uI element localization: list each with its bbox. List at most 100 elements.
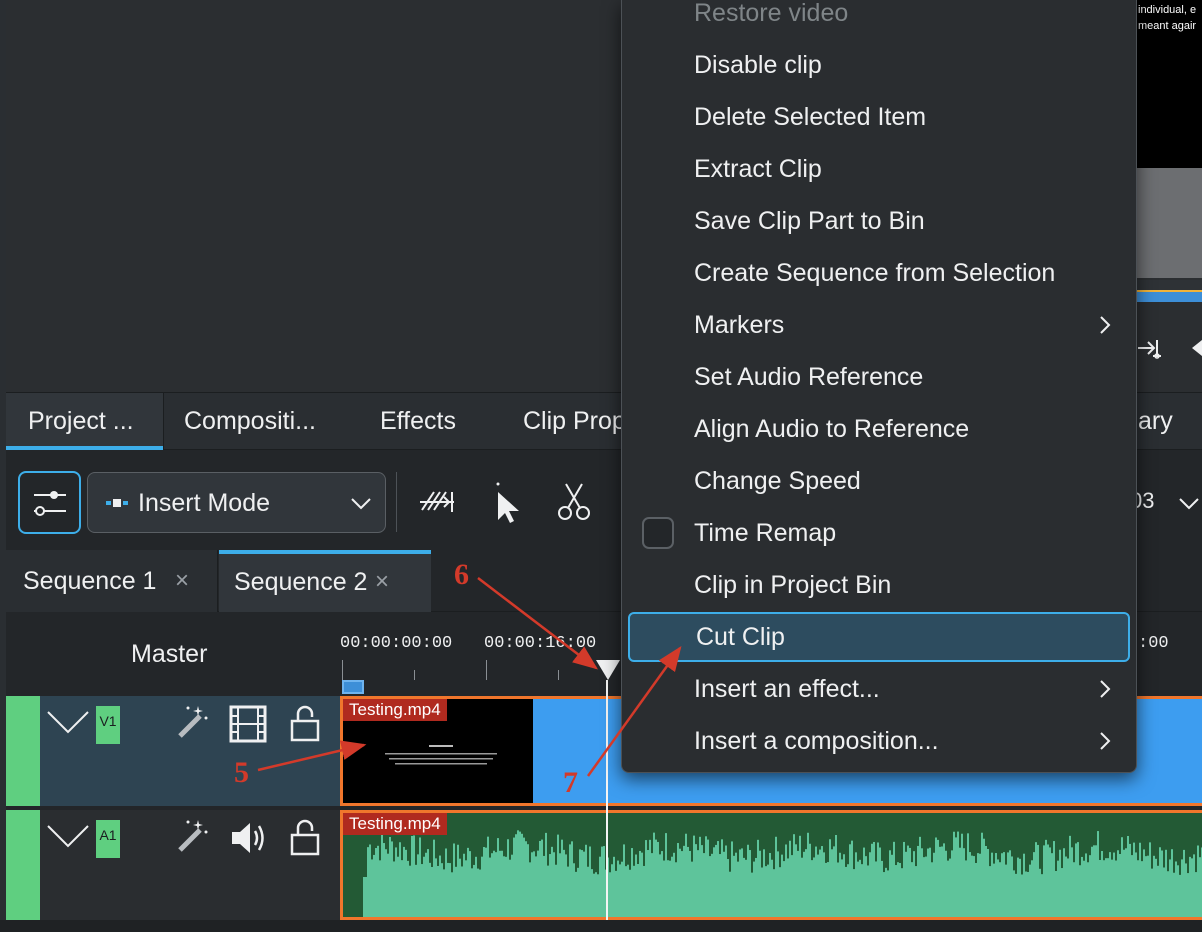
waveform-bar <box>729 871 731 917</box>
waveform-bar <box>525 841 527 917</box>
waveform-bar <box>993 863 995 917</box>
waveform-bar <box>973 856 975 917</box>
track-active-indicator[interactable] <box>6 696 40 806</box>
waveform-bar <box>933 852 935 917</box>
tab-effects[interactable]: Effects <box>380 393 490 450</box>
waveform-bar <box>461 866 463 917</box>
menu-item-save-clip-part-to-bin[interactable]: Save Clip Part to Bin <box>622 195 1136 247</box>
unlock-icon[interactable] <box>290 818 320 856</box>
waveform-bar <box>633 865 635 917</box>
menu-item-insert-a-composition[interactable]: Insert a composition... <box>622 715 1136 767</box>
menu-item-restore-video[interactable]: Restore video <box>622 0 1136 39</box>
razor-tool-icon[interactable] <box>554 482 594 522</box>
close-icon[interactable]: × <box>175 550 189 612</box>
menu-item-set-audio-reference[interactable]: Set Audio Reference <box>622 351 1136 403</box>
playhead-line[interactable] <box>606 680 608 922</box>
menu-item-label: Extract Clip <box>694 155 822 183</box>
waveform-bar <box>1069 835 1071 917</box>
waveform-bar <box>787 858 789 917</box>
goto-end-icon[interactable] <box>1136 336 1162 360</box>
track-header-v1[interactable]: V1 <box>6 696 340 806</box>
zone-marker[interactable] <box>342 680 364 694</box>
waveform-bar <box>755 857 757 917</box>
waveform-bar <box>475 856 477 917</box>
track-name-v1[interactable]: V1 <box>96 706 120 744</box>
timeline-scrollbar[interactable] <box>0 920 1202 932</box>
tab-compositions[interactable]: Compositi... <box>163 393 343 450</box>
close-icon[interactable]: × <box>375 554 389 610</box>
play-reverse-icon[interactable] <box>1190 336 1202 360</box>
menu-item-align-audio-to-reference[interactable]: Align Audio to Reference <box>622 403 1136 455</box>
menu-item-label: Time Remap <box>694 519 837 547</box>
waveform-bar <box>1079 865 1081 917</box>
menu-item-cut-clip[interactable]: Cut Clip <box>628 612 1130 662</box>
chevron-down-icon <box>351 498 371 510</box>
track-name-a1[interactable]: A1 <box>96 820 120 858</box>
waveform-bar <box>1023 853 1025 917</box>
tab-project-bin[interactable]: Project ... <box>6 393 163 450</box>
unlock-icon[interactable] <box>290 704 320 742</box>
menu-item-clip-in-project-bin[interactable]: Clip in Project Bin <box>622 559 1136 611</box>
tab-library[interactable]: ary <box>1138 393 1202 450</box>
waveform-bar <box>821 846 823 917</box>
waveform-bar <box>805 849 807 917</box>
waveform-bar <box>479 869 481 917</box>
magic-wand-icon[interactable] <box>174 704 210 740</box>
checkbox-icon[interactable] <box>642 517 674 549</box>
master-track-header[interactable]: Master <box>6 612 340 696</box>
chevron-down-icon[interactable] <box>46 706 90 736</box>
track-active-indicator[interactable] <box>6 810 40 920</box>
menu-item-delete-selected-item[interactable]: Delete Selected Item <box>622 91 1136 143</box>
chevron-down-icon[interactable] <box>46 820 90 850</box>
menu-item-create-sequence-from-selection[interactable]: Create Sequence from Selection <box>622 247 1136 299</box>
waveform-bar <box>903 841 905 917</box>
waveform-bar <box>399 842 401 917</box>
menu-item-extract-clip[interactable]: Extract Clip <box>622 143 1136 195</box>
waveform-bar <box>1149 842 1151 917</box>
menu-item-insert-an-effect[interactable]: Insert an effect... <box>622 663 1136 715</box>
tab-sequence-1[interactable]: Sequence 1 × <box>6 550 218 612</box>
waveform-bar <box>381 833 383 917</box>
waveform-bar <box>867 865 869 917</box>
select-tool-icon[interactable] <box>490 480 526 524</box>
waveform-bar <box>1035 842 1037 917</box>
annotation-number-6: 6 <box>454 558 469 591</box>
waveform-bar <box>637 864 639 917</box>
waveform-bar <box>447 862 449 917</box>
waveform-bar <box>555 864 557 917</box>
waveform-bar <box>1011 856 1013 917</box>
waveform-bar <box>611 864 613 917</box>
waveform-bar <box>899 862 901 917</box>
waveform-bar <box>1053 841 1055 917</box>
menu-item-markers[interactable]: Markers <box>622 299 1136 351</box>
monitor-position-bar[interactable] <box>1136 290 1202 302</box>
tab-sequence-2[interactable]: Sequence 2 × <box>219 550 431 612</box>
audio-clip[interactable]: Testing.mp4 <box>340 810 1202 920</box>
waveform-bar <box>1061 868 1063 917</box>
waveform-bar <box>705 836 707 917</box>
waveform-bar <box>1065 856 1067 917</box>
track-a1[interactable]: Testing.mp4 <box>340 810 1202 920</box>
playhead-handle[interactable] <box>596 660 620 680</box>
waveform-bar <box>455 866 457 917</box>
clip-monitor <box>6 0 621 392</box>
project-monitor: individual, e meant agair <box>1136 0 1202 392</box>
film-icon[interactable] <box>228 704 268 744</box>
timeline-settings-button[interactable] <box>18 471 81 534</box>
waveform-bar <box>463 853 465 917</box>
menu-item-disable-clip[interactable]: Disable clip <box>622 39 1136 91</box>
edit-mode-select[interactable]: Insert Mode <box>87 472 386 533</box>
menu-item-time-remap[interactable]: Time Remap <box>622 507 1136 559</box>
monitor-overlay-text: individual, e meant agair <box>1138 2 1202 34</box>
speaker-icon[interactable] <box>228 818 268 858</box>
chevron-down-icon[interactable] <box>1178 492 1200 514</box>
waveform-bar <box>557 834 559 917</box>
spacer-tool-icon[interactable] <box>418 484 458 520</box>
waveform-bar <box>965 860 967 917</box>
track-header-a1[interactable]: A1 <box>6 810 340 920</box>
menu-item-change-speed[interactable]: Change Speed <box>622 455 1136 507</box>
waveform-bar <box>1167 871 1169 917</box>
waveform-bar <box>799 835 801 917</box>
tab-clip-properties[interactable]: Clip Prop <box>523 393 633 450</box>
magic-wand-icon[interactable] <box>174 818 210 854</box>
